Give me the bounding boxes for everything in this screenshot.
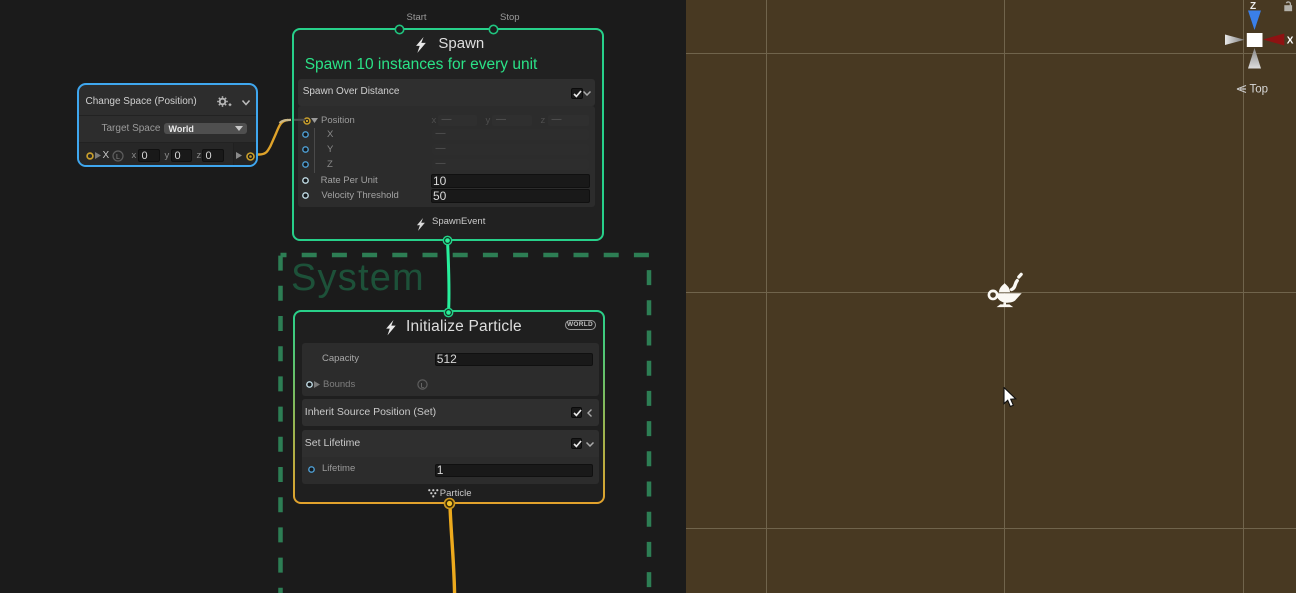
svg-text:Z: Z [1250, 1, 1256, 12]
svg-text:L: L [116, 154, 120, 161]
svg-text:Top: Top [1250, 84, 1269, 96]
svg-text:L: L [421, 383, 425, 390]
svg-text:X: X [1287, 36, 1294, 47]
